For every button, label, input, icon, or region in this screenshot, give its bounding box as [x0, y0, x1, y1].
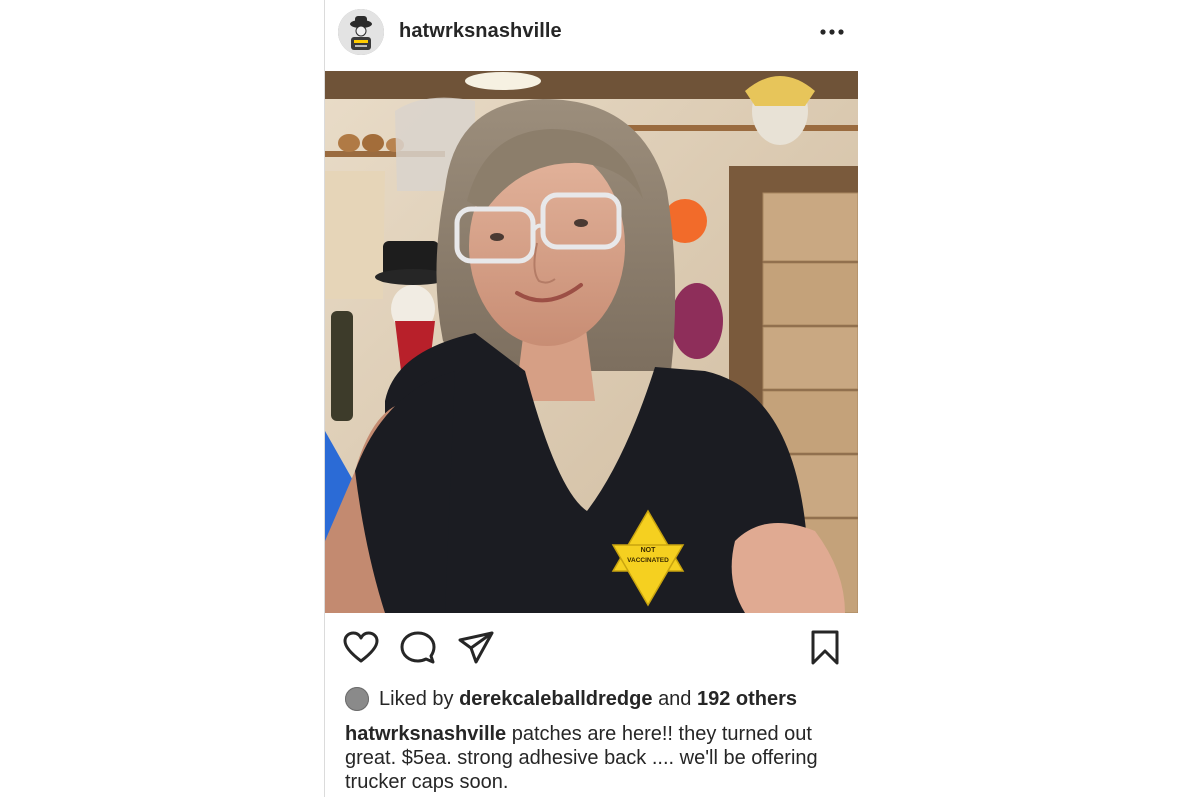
likes-line: Liked by derekcaleballdredge and 192 oth…: [345, 686, 797, 712]
caption-username[interactable]: hatwrksnashville: [345, 723, 506, 745]
like-button[interactable]: [341, 628, 381, 668]
bookmark-icon: [811, 630, 839, 665]
likes-prefix: Liked by: [379, 687, 454, 710]
save-button[interactable]: [805, 628, 845, 668]
heart-icon: [343, 631, 379, 663]
profile-avatar-image: [338, 9, 384, 55]
liker-username[interactable]: derekcaleballdredge: [459, 688, 652, 711]
post-actions-bar: [325, 628, 858, 668]
share-button[interactable]: [456, 628, 496, 668]
post-username[interactable]: hatwrksnashville: [399, 20, 562, 43]
likes-others-count[interactable]: 192 others: [697, 688, 797, 711]
post-photo-illustration: NOT VACCINATED: [325, 71, 858, 613]
more-horizontal-icon: [820, 29, 844, 35]
liker-avatar[interactable]: [345, 687, 369, 711]
patch-text-line2: VACCINATED: [627, 557, 669, 564]
comment-button[interactable]: [398, 628, 438, 668]
post-photo[interactable]: NOT VACCINATED: [325, 71, 858, 613]
comment-icon: [400, 631, 436, 664]
patch-text-line1: NOT: [641, 547, 657, 554]
more-options-button[interactable]: [818, 20, 846, 44]
post-header: hatwrksnashville: [325, 0, 858, 70]
instagram-post: hatwrksnashville NOT VACCINATED Liked by…: [324, 0, 858, 797]
share-icon: [458, 631, 494, 664]
post-caption: hatwrksnashville patches are here!! they…: [345, 722, 845, 794]
likes-conjunction: and: [658, 687, 692, 710]
profile-avatar[interactable]: [338, 9, 384, 55]
